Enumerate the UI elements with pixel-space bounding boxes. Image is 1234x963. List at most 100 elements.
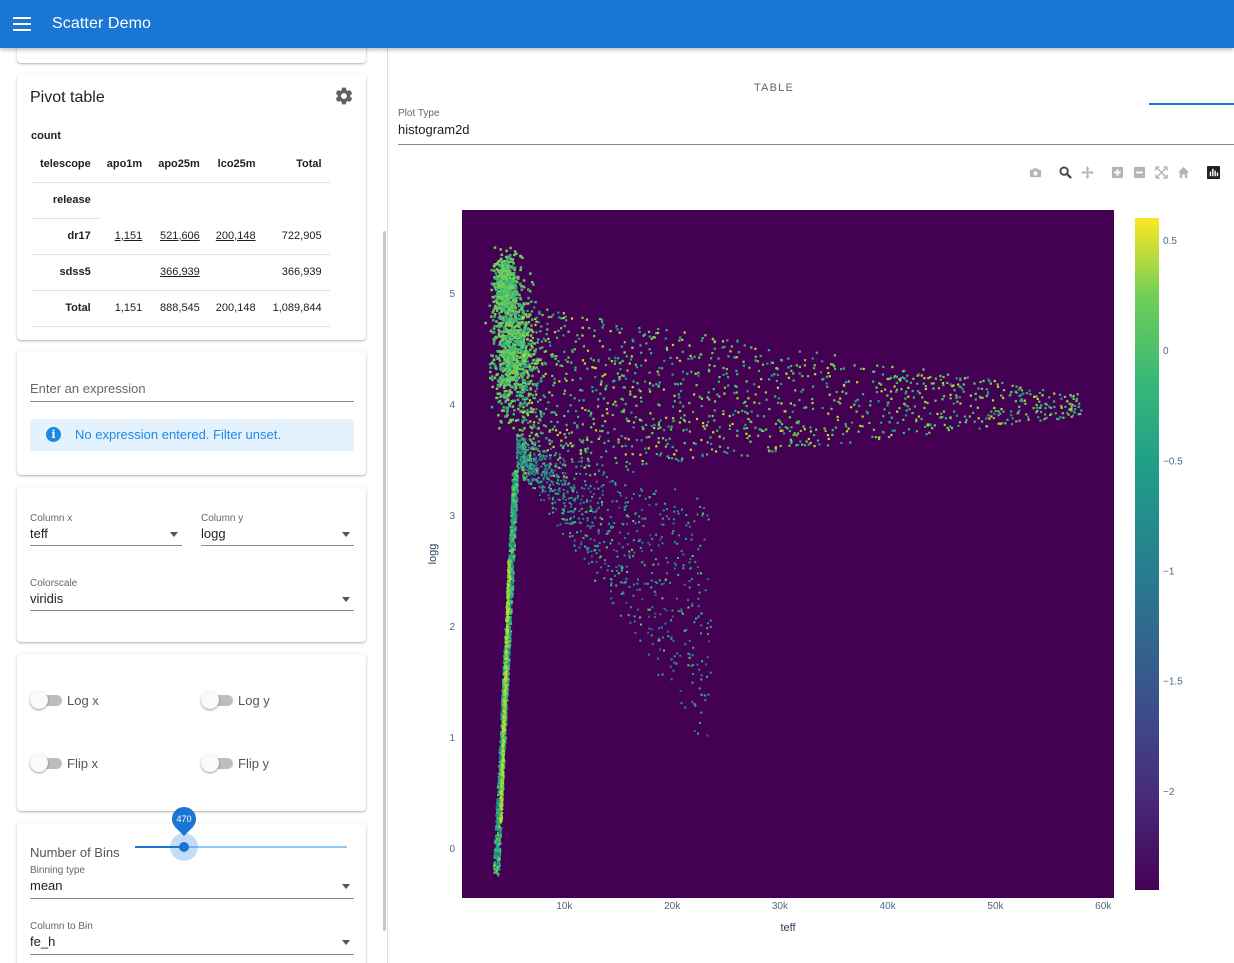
log-x-switch[interactable]: Log x (30, 691, 140, 711)
app-title: Scatter Demo (52, 15, 152, 32)
sidebar-panel[interactable]: Pivot table count telescope apo1m apo25m… (0, 48, 388, 963)
sidebar-scrollbar[interactable] (383, 231, 386, 931)
colorbar-tick-label: 0 (1163, 346, 1169, 357)
flip-x-switch[interactable]: Flip x (30, 754, 140, 774)
bins-label: Number of Bins (30, 845, 120, 860)
pivot-cell-link[interactable]: 366,939 (150, 254, 208, 291)
x-tick-label: 20k (664, 901, 681, 912)
pivot-table: telescope apo1m apo25m lco25m Total rele… (32, 146, 330, 327)
binning-type-label: Binning type (30, 865, 86, 876)
colorbar-tick-label: 0.5 (1163, 236, 1177, 247)
pivot-cell-link[interactable]: 1,151 (98, 218, 151, 255)
pivot-cell: 200,148 (207, 290, 264, 327)
heatmap-background[interactable] (462, 210, 1114, 898)
chevron-down-icon (342, 532, 350, 537)
column-y-select[interactable]: Column y logg (201, 512, 354, 546)
x-tick-label: 10k (556, 901, 573, 912)
filter-info-text: No expression entered. Filter unset. (75, 427, 281, 442)
colorbar-tick-label: −1.5 (1163, 677, 1183, 688)
pivot-table-card: Pivot table count telescope apo1m apo25m… (17, 74, 366, 340)
pivot-row-label: sdss5 (32, 254, 99, 291)
x-tick-label: 60k (1095, 901, 1112, 912)
table-row: dr17 1,151 521,606 200,148 722,905 (32, 218, 330, 255)
colorbar-ticks: 0.5 0 −0.5 −1 −1.5 −2 (1163, 236, 1183, 798)
pivot-cell: 722,905 (263, 218, 330, 255)
x-tick-label: 30k (772, 901, 789, 912)
pivot-cell (207, 254, 264, 291)
log-x-label: Log x (67, 693, 99, 708)
colorbar-tick-label: −1 (1163, 567, 1175, 578)
info-icon: i (46, 427, 61, 442)
gear-icon[interactable] (334, 86, 354, 106)
binning-type-value: mean (30, 878, 63, 893)
column-y-value: logg (201, 526, 226, 541)
axis-options-card: Log x Log y Flip x Flip y (17, 654, 366, 811)
y-axis-title: logg (427, 544, 439, 565)
pivot-table-title: Pivot table (30, 89, 105, 106)
binning-type-select[interactable]: Binning type mean (30, 865, 354, 899)
bins-slider[interactable] (135, 833, 347, 861)
pivot-cell: 1,151 (98, 290, 151, 327)
colorscale-label: Colorscale (30, 578, 78, 589)
colorbar (1135, 218, 1159, 890)
y-tick-label: 3 (449, 511, 455, 522)
y-tick-label: 1 (449, 733, 455, 744)
colorscale-value: viridis (30, 591, 64, 606)
binning-card: Number of Bins 470 Binning type mean Col… (17, 802, 366, 963)
colorbar-tick-label: −0.5 (1163, 456, 1183, 467)
chevron-down-icon (170, 532, 178, 537)
pivot-cell: 888,545 (150, 290, 208, 327)
pivot-cell-link[interactable]: 200,148 (207, 218, 264, 255)
log-y-switch[interactable]: Log y (201, 691, 311, 711)
flip-y-switch[interactable]: Flip y (201, 754, 311, 774)
main-panel: TABLE Plot Type histogram2d 10k 20k 30k … (389, 48, 1234, 963)
flip-x-label: Flip x (67, 756, 99, 771)
column-y-label: Column y (201, 513, 244, 524)
pivot-cell-link[interactable]: 521,606 (150, 218, 208, 255)
y-tick-label: 5 (449, 289, 455, 300)
bins-value: 470 (176, 814, 192, 824)
x-axis-title: teff (780, 922, 796, 934)
colorbar-tick-label: −2 (1163, 787, 1175, 798)
pivot-col-header: Total (263, 146, 330, 183)
bins-slider-thumb[interactable] (179, 842, 189, 852)
pivot-col-header: apo1m (98, 146, 151, 183)
table-row: Total 1,151 888,545 200,148 1,089,844 (32, 290, 330, 327)
pivot-col-header: apo25m (150, 146, 208, 183)
pivot-column-header: telescope (32, 146, 99, 183)
chevron-down-icon (342, 940, 350, 945)
chevron-down-icon (342, 597, 350, 602)
pivot-col-header: lco25m (207, 146, 264, 183)
chevron-down-icon (342, 884, 350, 889)
column-to-bin-label: Column to Bin (30, 921, 93, 932)
column-x-select[interactable]: Column x teff (30, 512, 182, 546)
pivot-row-label: Total (32, 290, 99, 327)
pivot-count-label: count (31, 130, 61, 142)
menu-icon[interactable] (4, 6, 40, 42)
colorscale-select[interactable]: Colorscale viridis (30, 577, 354, 611)
column-to-bin-select[interactable]: Column to Bin fe_h (30, 921, 354, 955)
y-tick-label: 2 (449, 622, 455, 633)
expression-input[interactable]: Enter an expression (30, 373, 354, 402)
histogram2d-chart: 10k 20k 30k 40k 50k 60k 012345 teff logg 0.50… (427, 210, 1183, 934)
y-axis-ticks: 0 1 2 3 4 5 (449, 289, 455, 855)
table-row: sdss5 366,939 366,939 (32, 254, 330, 291)
x-tick-label: 40k (880, 901, 897, 912)
filter-card: Enter an expression i No expression ente… (17, 351, 366, 475)
pivot-cell: 366,939 (263, 254, 330, 291)
collapsed-card (17, 48, 366, 63)
flip-y-label: Flip y (238, 756, 270, 771)
x-axis-ticks: 10k 20k 30k 40k 50k 60k (556, 901, 1112, 912)
log-y-label: Log y (238, 693, 270, 708)
pivot-row-label: dr17 (32, 218, 99, 255)
pivot-cell: 1,089,844 (263, 290, 330, 327)
expression-placeholder: Enter an expression (30, 381, 146, 396)
pivot-row-header: release (32, 182, 99, 219)
filter-info-alert: i No expression entered. Filter unset. (30, 419, 354, 451)
pivot-cell (98, 254, 151, 291)
column-to-bin-value: fe_h (30, 934, 56, 949)
column-x-value: teff (30, 526, 48, 541)
column-x-label: Column x (30, 513, 73, 524)
x-tick-label: 50k (987, 901, 1004, 912)
app-bar: Scatter Demo (0, 0, 1234, 48)
